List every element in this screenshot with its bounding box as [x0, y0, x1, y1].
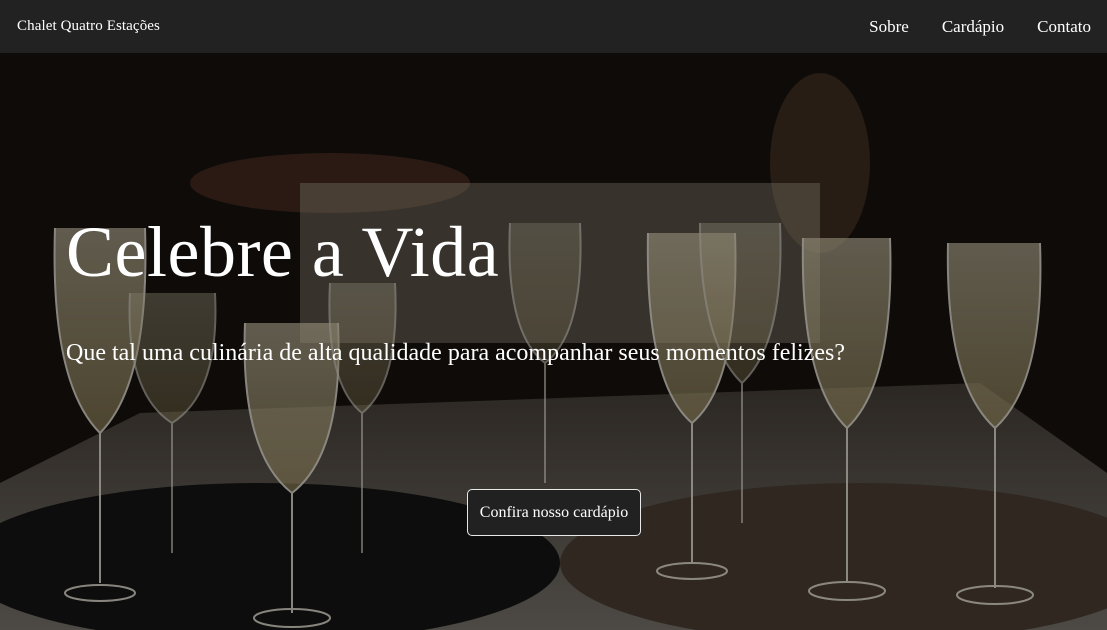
nav-link-cardapio[interactable]: Cardápio: [942, 17, 1004, 37]
menu-cta-button[interactable]: Confira nosso cardápio: [467, 489, 641, 536]
hero-title: Celebre a Vida: [66, 212, 500, 292]
hero-section: Celebre a Vida Que tal uma culinária de …: [0, 53, 1107, 630]
nav-links: Sobre Cardápio Contato: [836, 17, 1091, 37]
nav-link-sobre[interactable]: Sobre: [869, 17, 909, 37]
hero-subtitle: Que tal uma culinária de alta qualidade …: [66, 340, 846, 366]
navbar: Chalet Quatro Estações Sobre Cardápio Co…: [0, 0, 1107, 53]
brand-link[interactable]: Chalet Quatro Estações: [17, 18, 160, 35]
nav-link-contato[interactable]: Contato: [1037, 17, 1091, 37]
